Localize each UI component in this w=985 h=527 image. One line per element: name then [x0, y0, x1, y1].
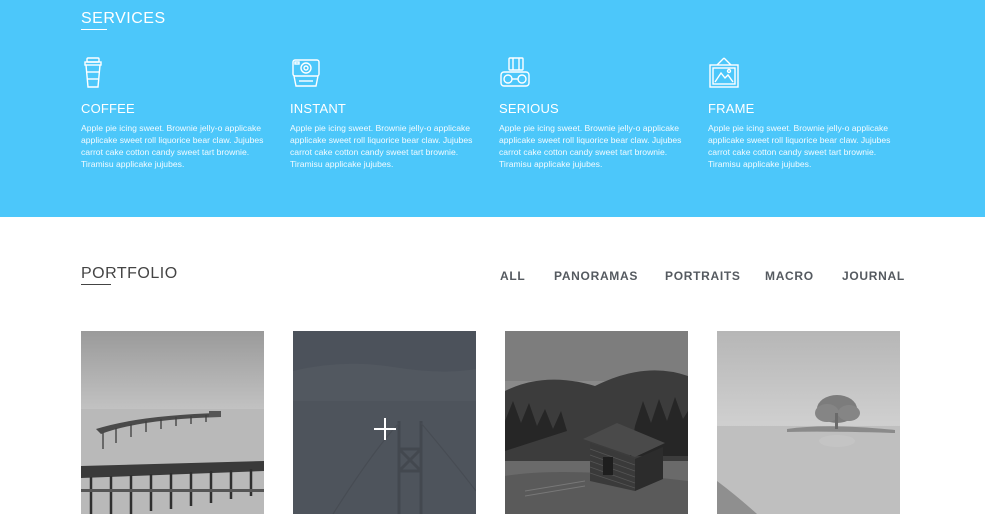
instant-camera-icon [292, 59, 320, 87]
service-coffee: COFFEE Apple pie icing sweet. Brownie je… [81, 56, 266, 170]
service-instant: INSTANT Apple pie icing sweet. Brownie j… [290, 56, 475, 170]
services-title-underline [81, 29, 107, 30]
portfolio-thumbnail-cabin[interactable] [505, 331, 688, 514]
portfolio-title-underline [81, 284, 111, 285]
service-name: SERIOUS [499, 101, 559, 116]
service-description: Apple pie icing sweet. Brownie jelly-o a… [290, 123, 473, 169]
service-name: FRAME [708, 101, 755, 116]
services-title: SERVICES [81, 10, 166, 27]
service-description: Apple pie icing sweet. Brownie jelly-o a… [708, 123, 891, 169]
plus-icon[interactable] [373, 417, 397, 441]
portfolio-thumbnail-pier[interactable] [81, 331, 264, 514]
portfolio-thumbnail-bridge[interactable] [293, 331, 476, 514]
filter-macro[interactable]: MACRO [765, 269, 814, 283]
service-name: INSTANT [290, 101, 347, 116]
service-description: Apple pie icing sweet. Brownie jelly-o a… [81, 123, 264, 169]
picture-frame-icon [709, 57, 739, 88]
filter-journal[interactable]: JOURNAL [842, 269, 905, 283]
portfolio-title: PORTFOLIO [81, 265, 178, 282]
portfolio-thumbnail-island[interactable] [717, 331, 900, 514]
pier-photo [81, 331, 264, 514]
filter-portraits[interactable]: PORTRAITS [665, 269, 741, 283]
services-section: SERVICES COFFEE Apple pie icing sweet. B… [0, 0, 985, 217]
coffee-cup-icon [84, 57, 102, 88]
service-name: COFFEE [81, 101, 135, 116]
service-description: Apple pie icing sweet. Brownie jelly-o a… [499, 123, 682, 169]
island-tree-photo [717, 331, 900, 514]
film-camera-icon [500, 57, 530, 87]
filter-all[interactable]: ALL [500, 269, 525, 283]
filter-panoramas[interactable]: PANORAMAS [554, 269, 638, 283]
cabin-in-forest-photo [505, 331, 688, 514]
service-serious: SERIOUS Apple pie icing sweet. Brownie j… [499, 56, 684, 170]
service-frame: FRAME Apple pie icing sweet. Brownie jel… [708, 56, 893, 170]
